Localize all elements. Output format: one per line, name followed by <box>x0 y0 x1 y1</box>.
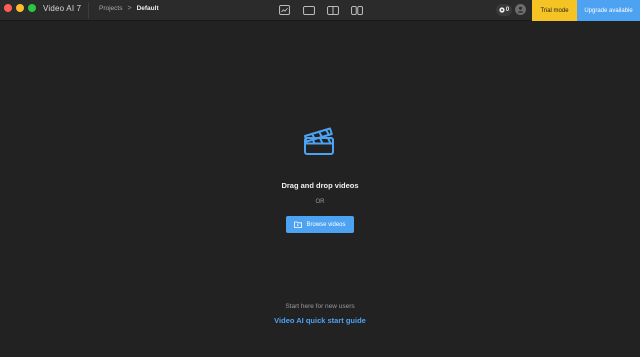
upgrade-available-button[interactable]: Upgrade available <box>577 0 640 21</box>
app-title: Video AI 7 <box>43 4 82 13</box>
preview-view-icon[interactable] <box>302 4 315 16</box>
split-view-icon[interactable] <box>350 4 363 16</box>
or-separator: OR <box>315 199 325 205</box>
user-icon <box>517 6 524 13</box>
credit-icon <box>499 7 505 13</box>
view-mode-toolbar <box>278 4 363 16</box>
single-view-icon[interactable] <box>278 4 291 16</box>
window-controls <box>4 4 36 12</box>
breadcrumb-projects-link[interactable]: Projects <box>99 5 122 12</box>
chevron-right-icon: > <box>127 5 132 12</box>
quick-start-guide-link[interactable]: Video AI quick start guide <box>0 316 640 325</box>
new-users-hint: Start here for new users <box>285 303 355 310</box>
title-bar: Video AI 7 Projects > Default 0 Trial mo… <box>0 0 640 21</box>
user-avatar[interactable] <box>515 4 526 15</box>
folder-video-icon <box>294 221 303 228</box>
breadcrumb-current: Default <box>136 5 159 12</box>
close-window-button[interactable] <box>4 4 12 12</box>
side-by-side-view-icon[interactable] <box>326 4 339 16</box>
drop-instructions: Drag and drop videos <box>281 181 359 190</box>
trial-mode-button[interactable]: Trial mode <box>532 0 577 21</box>
browse-videos-label: Browse videos <box>306 221 346 228</box>
title-divider <box>88 2 89 19</box>
credits-count: 0 <box>505 7 510 13</box>
browse-videos-button[interactable]: Browse videos <box>286 216 354 233</box>
credits-badge[interactable]: 0 <box>496 4 512 16</box>
breadcrumb: Projects > Default <box>99 5 159 12</box>
maximize-window-button[interactable] <box>28 4 36 12</box>
minimize-window-button[interactable] <box>16 4 24 12</box>
clapperboard-icon <box>304 127 334 155</box>
